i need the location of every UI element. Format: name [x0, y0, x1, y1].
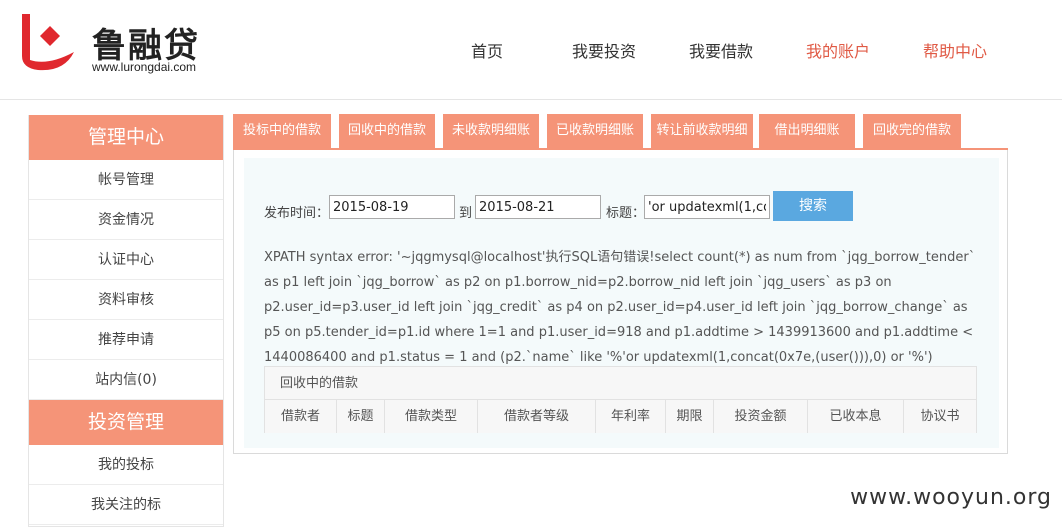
sidebar-item-watched[interactable]: 我关注的标 — [29, 485, 223, 525]
date-from-input[interactable] — [329, 195, 455, 219]
search-button[interactable]: 搜索 — [773, 191, 853, 221]
tab-bidding-loans[interactable]: 投标中的借款 — [233, 114, 331, 148]
to-label: 到 — [459, 206, 473, 221]
sidebar-section-title: 管理中心 — [29, 115, 223, 160]
nav-home[interactable]: 首页 — [471, 38, 503, 62]
title-label: 标题： — [606, 206, 646, 221]
sidebar-item-messages[interactable]: 站内信(0) — [29, 360, 223, 400]
site-header: 鲁融贷 www.lurongdai.com 首页 我要投资 我要借款 我的账户 … — [0, 0, 1062, 100]
sidebar-item-referral[interactable]: 推荐申请 — [29, 320, 223, 360]
logo-url: www.lurongdai.com — [92, 60, 197, 74]
content-inner: 发布时间： 到 标题： 搜索 XPATH syntax error: '~jqg… — [244, 158, 999, 448]
title-input[interactable] — [644, 195, 770, 219]
table-caption: 回收中的借款 — [265, 367, 976, 400]
table-header: 借款者 标题 借款类型 借款者等级 年利率 期限 投资金额 已收本息 协议书 — [265, 400, 976, 433]
sidebar-item-my-bids[interactable]: 我的投标 — [29, 445, 223, 485]
nav-help[interactable]: 帮助中心 — [923, 38, 987, 62]
content-panel: 发布时间： 到 标题： 搜索 XPATH syntax error: '~jqg… — [233, 150, 1008, 454]
sidebar-item-funds[interactable]: 资金情况 — [29, 200, 223, 240]
watermark: www.wooyun.org — [850, 485, 1052, 510]
publish-time-label: 发布时间： — [264, 206, 330, 221]
column-header[interactable]: 已收本息 — [808, 400, 904, 433]
nav-my-account[interactable]: 我的账户 — [806, 38, 870, 62]
column-header[interactable]: 投资金额 — [714, 400, 808, 433]
date-to-input[interactable] — [475, 195, 601, 219]
column-header[interactable]: 协议书 — [904, 400, 976, 433]
sql-error-message: XPATH syntax error: '~jqgmysql@localhost… — [264, 250, 976, 365]
nav-invest[interactable]: 我要投资 — [572, 38, 636, 62]
sidebar-item-account[interactable]: 帐号管理 — [29, 160, 223, 200]
column-header[interactable]: 借款者 — [265, 400, 337, 433]
tab-received-details[interactable]: 已收款明细账 — [547, 114, 643, 148]
sidebar: 管理中心 帐号管理 资金情况 认证中心 资料审核 推荐申请 站内信(0) 投资管… — [28, 115, 224, 527]
column-header[interactable]: 借款类型 — [385, 400, 478, 433]
nav-borrow[interactable]: 我要借款 — [689, 38, 753, 62]
sidebar-item-certification[interactable]: 认证中心 — [29, 240, 223, 280]
main-nav: 首页 我要投资 我要借款 我的账户 帮助中心 — [0, 38, 1062, 62]
tab-completed-loans[interactable]: 回收完的借款 — [863, 114, 961, 148]
column-header[interactable]: 标题 — [337, 400, 385, 433]
tab-bar: 投标中的借款 回收中的借款 未收款明细账 已收款明细账 转让前收款明细 借出明细… — [233, 114, 1008, 150]
loans-table: 回收中的借款 借款者 标题 借款类型 借款者等级 年利率 期限 投资金额 已收本… — [264, 366, 977, 433]
tab-recovering-loans[interactable]: 回收中的借款 — [339, 114, 435, 148]
column-header[interactable]: 借款者等级 — [478, 400, 596, 433]
sidebar-item-review[interactable]: 资料审核 — [29, 280, 223, 320]
sidebar-section-title: 投资管理 — [29, 400, 223, 445]
column-header[interactable]: 年利率 — [596, 400, 666, 433]
column-header[interactable]: 期限 — [666, 400, 714, 433]
tab-pre-transfer-details[interactable]: 转让前收款明细 — [651, 114, 753, 148]
tab-unreceived-details[interactable]: 未收款明细账 — [443, 114, 539, 148]
tab-lending-details[interactable]: 借出明细账 — [759, 114, 855, 148]
